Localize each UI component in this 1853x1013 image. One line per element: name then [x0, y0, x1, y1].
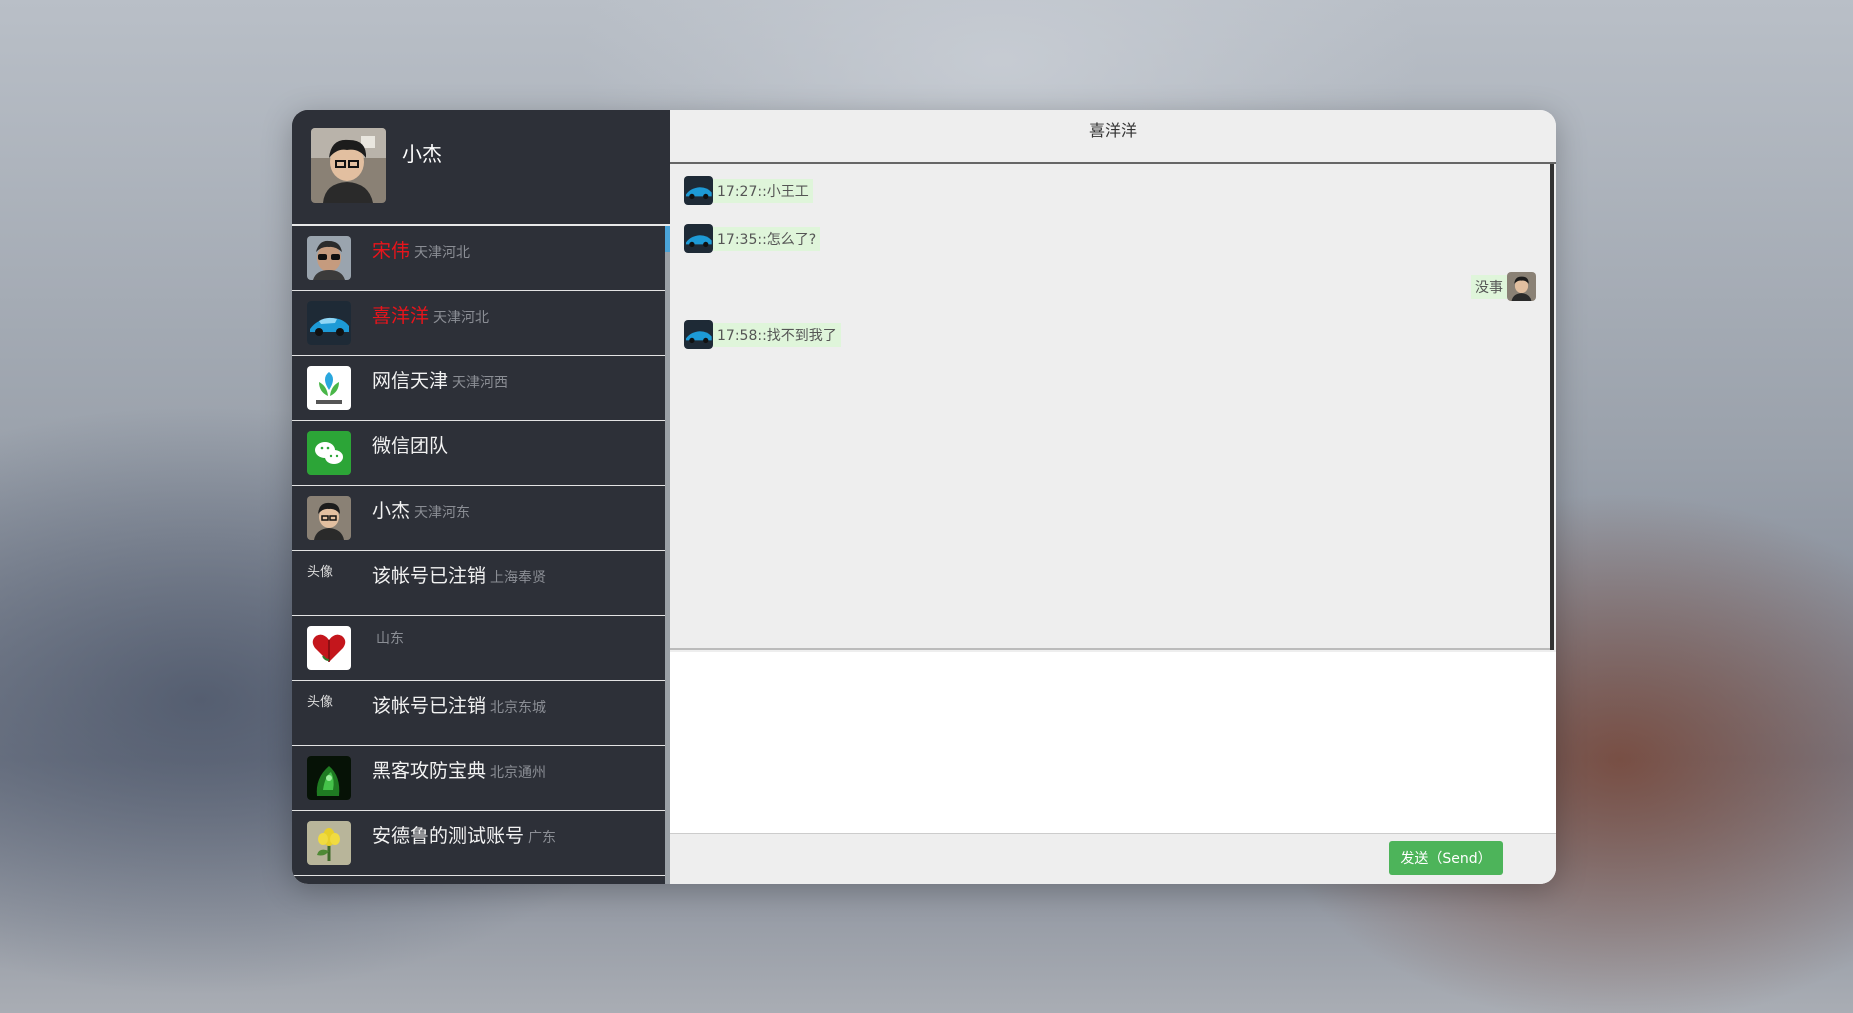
contact-item[interactable]: 小杰 天津河东	[292, 486, 665, 551]
message-incoming: 17:35::怎么了?	[684, 224, 821, 253]
contact-name: 小杰 天津河东	[372, 500, 471, 522]
contact-list[interactable]: 宋伟 天津河北 喜洋洋 天津河北 网信天津 天津河西 微信团队 小杰 天津河东 …	[292, 226, 665, 884]
contact-item[interactable]: 黑客攻防宝典 北京通州	[292, 746, 665, 811]
message-bubble: 17:35::怎么了?	[713, 226, 821, 251]
contact-name: 山东	[372, 626, 404, 648]
sidebar: 小杰 宋伟 天津河北 喜洋洋 天津河北 网信天津 天津河西 微信团队 小杰 天津…	[292, 110, 670, 884]
broken-image-icon: 头像	[307, 695, 334, 710]
message-list[interactable]: 17:27::小王工 17:35::怎么了? 没事 17:58::找不到我了	[670, 164, 1550, 650]
contact-item[interactable]: 头像 该帐号已注销 上海奉贤	[292, 551, 665, 616]
contact-location: 天津河北	[433, 310, 490, 326]
wechat-logo-icon	[307, 431, 351, 475]
contact-name: 该帐号已注销 北京东城	[372, 695, 547, 717]
message-outgoing: 没事	[1471, 272, 1536, 301]
contact-location: 上海奉贤	[490, 570, 547, 586]
contact-item[interactable]: 头像 该帐号已注销 北京东城	[292, 681, 665, 746]
contact-name: 喜洋洋 天津河北	[372, 305, 490, 327]
contact-name: 安德鲁的测试账号 广东	[372, 825, 557, 847]
chat-title: 喜洋洋	[1088, 121, 1137, 140]
blue-car-icon	[684, 224, 713, 253]
broken-image-icon: 头像	[307, 565, 334, 580]
contact-location: 天津河北	[414, 245, 471, 261]
contact-item[interactable]: 宋伟 天津河北	[292, 226, 665, 291]
contact-item[interactable]: 喜洋洋 天津河北	[292, 291, 665, 356]
contact-name: 微信团队	[372, 435, 449, 457]
green-hacker-icon	[307, 756, 351, 800]
contact-location: 天津河东	[414, 505, 471, 521]
profile-avatar[interactable]	[311, 128, 386, 203]
man-sunglasses-icon	[307, 236, 351, 280]
profile-header: 小杰	[292, 110, 670, 226]
red-heart-icon	[307, 626, 351, 670]
contact-name: 宋伟 天津河北	[372, 240, 471, 262]
message-composer	[670, 652, 1556, 834]
person-glasses-icon	[1507, 272, 1536, 301]
contact-name: 网信天津 天津河西	[372, 370, 509, 392]
contact-location: 天津河西	[452, 375, 509, 391]
message-bubble: 没事	[1471, 274, 1507, 299]
contact-name: 黑客攻防宝典 北京通州	[372, 760, 547, 782]
contact-location: 北京通州	[490, 765, 547, 781]
contact-item[interactable]: 山东	[292, 616, 665, 681]
contact-item[interactable]: 安德鲁的测试账号 广东	[292, 811, 665, 876]
chat-header: 喜洋洋	[670, 110, 1556, 164]
blue-car-icon	[307, 301, 351, 345]
person-glasses-icon	[307, 496, 351, 540]
contact-item[interactable]: 微信团队	[292, 421, 665, 486]
message-bubble: 17:27::小王工	[713, 178, 813, 203]
message-bubble: 17:58::找不到我了	[713, 322, 841, 347]
person-glasses-icon	[311, 128, 386, 203]
yellow-flower-icon	[307, 821, 351, 865]
blue-car-icon	[684, 320, 713, 349]
contact-item[interactable]: 网信天津 天津河西	[292, 356, 665, 421]
contact-name: 该帐号已注销 上海奉贤	[372, 565, 547, 587]
message-incoming: 17:58::找不到我了	[684, 320, 841, 349]
wangxin-logo-icon	[307, 366, 351, 410]
profile-name: 小杰	[402, 142, 442, 166]
chat-window: 小杰 宋伟 天津河北 喜洋洋 天津河北 网信天津 天津河西 微信团队 小杰 天津…	[292, 110, 1556, 884]
blue-car-icon	[684, 176, 713, 205]
contact-location: 北京东城	[490, 700, 547, 716]
composer-footer: 发送（Send）	[670, 834, 1556, 884]
chat-panel: 喜洋洋 17:27::小王工 17:35::怎么了? 没事 17:58::找不到…	[670, 110, 1556, 884]
message-incoming: 17:27::小王工	[684, 176, 813, 205]
send-button[interactable]: 发送（Send）	[1389, 841, 1503, 875]
contact-location: 广东	[528, 830, 557, 846]
contact-location: 山东	[376, 631, 404, 647]
message-scrollbar[interactable]	[1550, 164, 1554, 650]
message-input[interactable]	[670, 652, 1556, 833]
